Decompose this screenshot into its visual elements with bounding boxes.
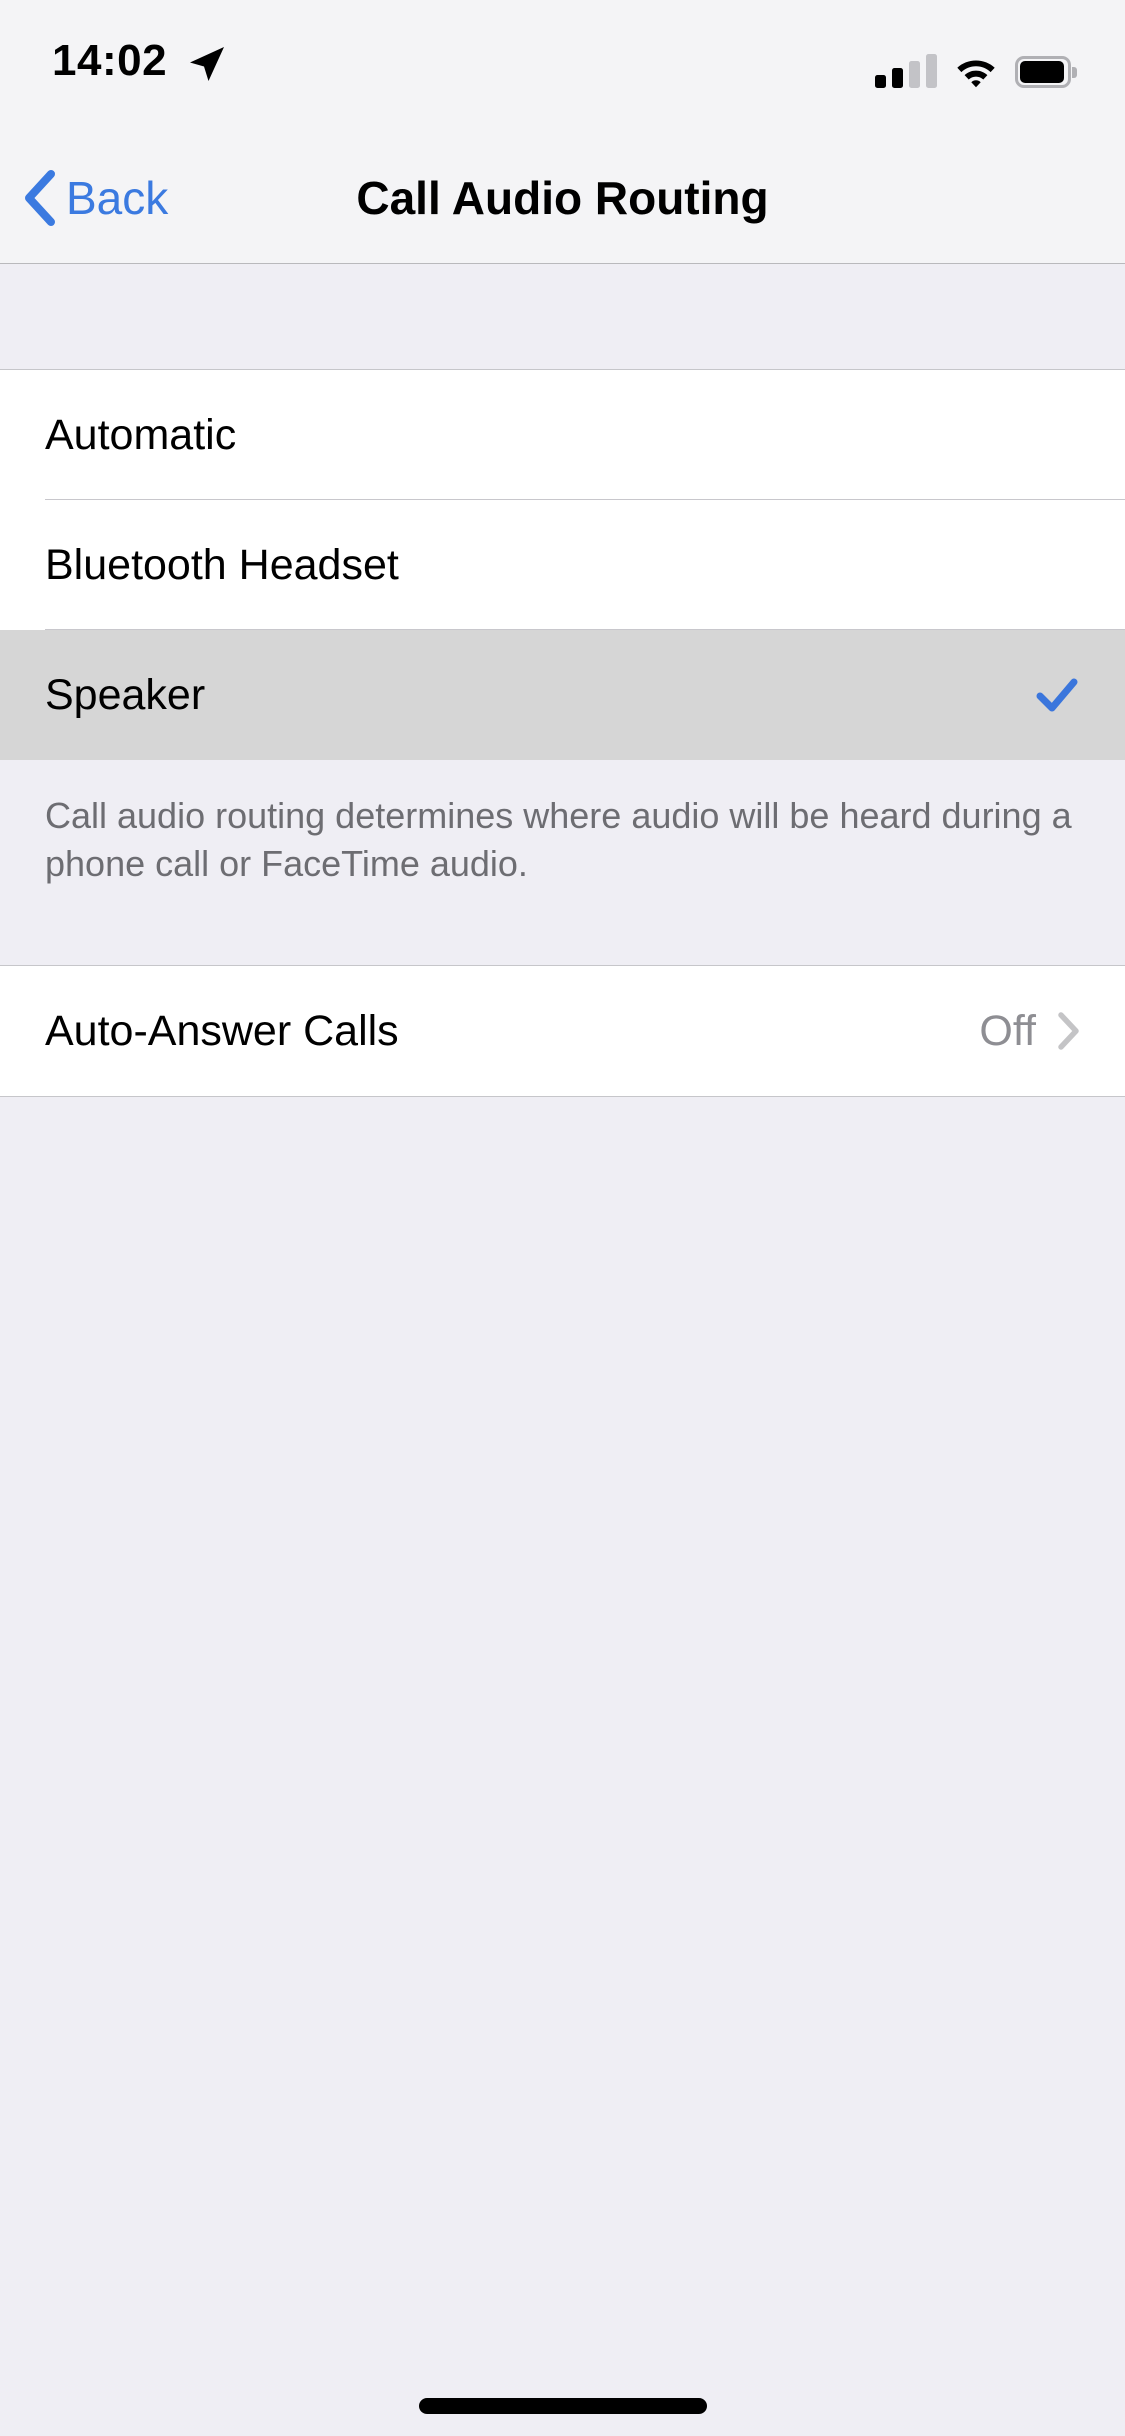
checkmark-icon [1036, 678, 1078, 712]
auto-answer-calls-value: Off [979, 1006, 1036, 1055]
home-indicator[interactable] [418, 2398, 707, 2414]
navigation-bar: Call Audio Routing Back [0, 132, 1125, 264]
battery-icon [1015, 56, 1077, 88]
routing-option-automatic[interactable]: Automatic [0, 370, 1125, 500]
section-gap [0, 265, 1125, 370]
status-bar-indicators [875, 46, 1077, 88]
call-audio-routing-group: Automatic Bluetooth Headset Speaker [0, 370, 1125, 760]
chevron-left-icon [25, 170, 55, 226]
routing-option-bluetooth-headset[interactable]: Bluetooth Headset [0, 500, 1125, 630]
routing-option-label: Speaker [45, 670, 206, 719]
chevron-right-icon [1058, 1012, 1079, 1050]
auto-answer-calls-label: Auto-Answer Calls [45, 1006, 399, 1055]
auto-answer-group: Auto-Answer Calls Off [0, 965, 1125, 1097]
auto-answer-calls-row[interactable]: Auto-Answer Calls Off [0, 966, 1125, 1096]
page-title: Call Audio Routing [356, 172, 769, 224]
routing-footer-text: Call audio routing determines where audi… [0, 760, 1125, 965]
cellular-signal-icon [875, 54, 937, 88]
back-button-label: Back [66, 172, 169, 224]
status-bar-time: 14:02 [52, 36, 168, 85]
routing-option-speaker[interactable]: Speaker [0, 630, 1125, 760]
iphone-screen: 14:02 Call Audio Routing Back Automatic … [0, 0, 1125, 2436]
routing-option-label: Automatic [45, 410, 237, 459]
status-bar: 14:02 [0, 0, 1125, 132]
location-arrow-icon [190, 47, 224, 81]
routing-option-label: Bluetooth Headset [45, 540, 399, 589]
back-button[interactable]: Back [22, 158, 168, 238]
wifi-icon [957, 60, 995, 88]
